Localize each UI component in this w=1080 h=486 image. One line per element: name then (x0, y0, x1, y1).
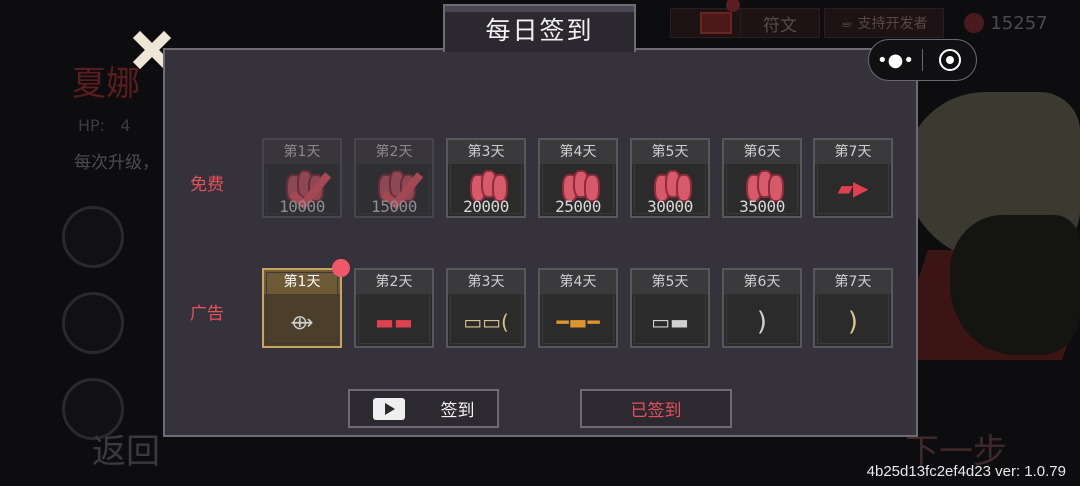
day-label: 第1天 (264, 270, 340, 294)
crossbow-icon: ⟴ (290, 310, 314, 334)
khaki-gun-icon: ▭▭( (463, 310, 509, 334)
back-button[interactable]: 返回 (92, 424, 160, 473)
reward-amount: 30000 (647, 197, 693, 216)
ad-day-7[interactable]: 第7天 ) (813, 268, 893, 348)
red-gun-icon: ▰▶ (837, 176, 869, 200)
upgrade-text: 每次升级， (74, 153, 159, 173)
day-label: 第7天 (815, 270, 891, 294)
support-developer-button[interactable]: ☕ 支持开发者 (824, 8, 944, 38)
free-day-6[interactable]: 第6天 35000 (722, 138, 802, 218)
free-day-4[interactable]: 第4天 25000 (538, 138, 618, 218)
bow-icon: ) (756, 307, 768, 337)
reward-amount: 20000 (463, 197, 509, 216)
ad-day-1[interactable]: 第1天 ⟴ (262, 268, 342, 348)
day-label: 第6天 (724, 270, 800, 294)
coin-icon (964, 13, 985, 33)
exit-mini-program-icon[interactable] (923, 40, 976, 80)
day-label: 第3天 (448, 270, 524, 294)
ad-day-6[interactable]: 第6天 ) (722, 268, 802, 348)
day-label: 第5天 (632, 270, 708, 294)
free-day-3[interactable]: 第3天 20000 (446, 138, 526, 218)
free-row-label: 免费 (190, 175, 224, 195)
mini-program-capsule: •●• (868, 39, 977, 81)
silver-pistol-icon: ▭▬ (651, 310, 689, 334)
day-label: 第4天 (540, 140, 616, 164)
daily-signin-dialog (163, 48, 918, 437)
ad-row-label: 广告 (190, 304, 224, 324)
signed-in-button[interactable]: 已签到 (580, 389, 732, 428)
reward-amount: 25000 (555, 197, 601, 216)
day-label: 第7天 (815, 140, 891, 164)
free-day-1[interactable]: 第1天 10000 (262, 138, 342, 218)
notification-dot (332, 259, 350, 277)
orange-rifle-icon: ━▬━ (556, 310, 600, 334)
character-portrait-face (950, 215, 1080, 355)
reward-amount: 35000 (739, 197, 785, 216)
golden-bow-icon: ) (847, 307, 859, 337)
version-text: 4b25d13fc2ef4d23 ver: 1.0.79 (866, 463, 1066, 480)
more-options-icon[interactable]: •●• (869, 40, 922, 80)
runes-button[interactable]: 符文 (740, 8, 820, 38)
coffee-icon: ☕ (840, 15, 858, 31)
video-play-icon (372, 397, 405, 420)
hp-label: HP: (78, 116, 106, 135)
character-hp: HP: 4 (78, 116, 131, 135)
day-label: 第3天 (448, 140, 524, 164)
ad-day-5[interactable]: 第5天 ▭▬ (630, 268, 710, 348)
hp-value: 4 (120, 116, 131, 135)
locked-slot (62, 292, 124, 354)
reward-amount: 10000 (279, 197, 325, 216)
skill-slot (62, 206, 124, 268)
gift-icon (700, 12, 732, 34)
free-day-2[interactable]: 第2天 15000 (354, 138, 434, 218)
signin-label: 签到 (440, 401, 475, 421)
day-label: 第1天 (264, 140, 340, 164)
ad-day-4[interactable]: 第4天 ━▬━ (538, 268, 618, 348)
day-label: 第5天 (632, 140, 708, 164)
dialog-title: 每日签到 (443, 4, 636, 52)
coin-counter: 15257 (946, 8, 1066, 38)
free-day-5[interactable]: 第5天 30000 (630, 138, 710, 218)
reward-amount: 15000 (371, 197, 417, 216)
day-label: 第2天 (356, 140, 432, 164)
free-day-7[interactable]: 第7天 ▰▶ (813, 138, 893, 218)
red-blaster-icon: ▬▬ (375, 310, 413, 334)
day-label: 第2天 (356, 270, 432, 294)
support-label: 支持开发者 (857, 16, 928, 32)
day-label: 第6天 (724, 140, 800, 164)
ad-day-3[interactable]: 第3天 ▭▭( (446, 268, 526, 348)
ad-day-2[interactable]: 第2天 ▬▬ (354, 268, 434, 348)
top-bar: 符文 ☕ 支持开发者 15257 (640, 0, 1080, 44)
coin-count: 15257 (990, 12, 1048, 34)
watch-ad-signin-button[interactable]: 签到 (348, 389, 499, 428)
day-label: 第4天 (540, 270, 616, 294)
